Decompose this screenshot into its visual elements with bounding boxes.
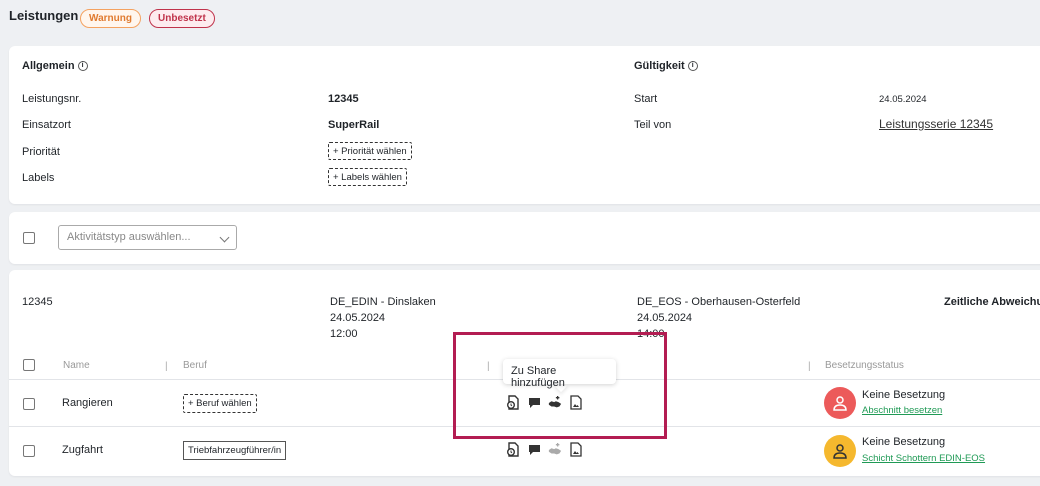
status-text: Keine Besetzung — [862, 389, 946, 401]
from-date: 24.05.2024 — [330, 312, 386, 324]
prioritaet-select-button[interactable]: + Priorität wählen — [328, 142, 412, 160]
labels-label: Labels — [22, 172, 55, 184]
column-separator: | — [165, 361, 168, 372]
from-time: 12:00 — [330, 328, 358, 340]
einsatzort-label: Einsatzort — [22, 119, 71, 131]
column-status-header[interactable]: Besetzungsstatus — [825, 360, 904, 371]
labels-select-button[interactable]: + Labels wählen — [328, 168, 407, 186]
leistungsnr-label: Leistungsnr. — [22, 93, 82, 105]
teil-von-label: Teil von — [634, 119, 672, 131]
prioritaet-label: Priorität — [22, 146, 60, 158]
row-checkbox[interactable] — [23, 445, 35, 457]
einsatzort-value: SuperRail — [328, 119, 380, 131]
zeitliche-abweichung-label: Zeitliche Abweichung — [944, 296, 1040, 308]
beruf-value[interactable]: Triebfahrzeugführer/in — [183, 441, 287, 460]
person-icon — [833, 396, 847, 411]
leistungsserie-link[interactable]: Leistungsserie 12345 — [879, 117, 993, 131]
status-text: Keine Besetzung — [862, 436, 946, 448]
highlight-box — [453, 332, 667, 439]
start-label: Start — [634, 93, 658, 105]
start-value: 24.05.2024 — [879, 94, 927, 105]
row-checkbox[interactable] — [23, 398, 35, 410]
comment-icon[interactable] — [527, 442, 541, 457]
select-all-checkbox[interactable] — [23, 232, 35, 244]
share-handshake-icon[interactable] — [548, 442, 562, 457]
column-name-header[interactable]: Name — [63, 360, 90, 371]
beruf-select-button[interactable]: + Beruf wählen — [183, 394, 257, 413]
row-name: Rangieren — [62, 397, 113, 409]
to-date: 24.05.2024 — [637, 312, 693, 324]
to-station: DE_EOS - Oberhausen-Osterfeld — [637, 296, 801, 308]
column-beruf-header[interactable]: Beruf — [183, 360, 207, 371]
gueltigkeit-title: Gültigkeit — [634, 60, 685, 72]
document-image-icon[interactable] — [569, 442, 583, 457]
row-actions — [506, 442, 583, 457]
aktivitaetstyp-select[interactable]: Aktivitätstyp auswählen... — [58, 225, 237, 250]
allgemein-heading: Allgemein i — [22, 60, 88, 72]
info-icon[interactable]: i — [687, 61, 698, 71]
document-clock-icon[interactable] — [506, 442, 520, 457]
allgemein-title: Allgemein — [22, 60, 75, 72]
person-icon — [833, 444, 847, 459]
leistung-id: 12345 — [22, 296, 53, 308]
avatar — [824, 387, 856, 419]
table-select-all-checkbox[interactable] — [23, 359, 35, 371]
gueltigkeit-heading: Gültigkeit i — [634, 60, 698, 72]
page-title: Leistungen — [9, 8, 79, 23]
info-icon[interactable]: i — [77, 61, 88, 71]
aktivitaetstyp-placeholder: Aktivitätstyp auswählen... — [67, 231, 191, 243]
avatar — [824, 435, 856, 467]
chevron-down-icon — [219, 232, 230, 243]
abschnitt-besetzen-link[interactable]: Abschnitt besetzen — [862, 405, 942, 416]
from-station: DE_EDIN - Dinslaken — [330, 296, 436, 308]
schicht-link[interactable]: Schicht Schottern EDIN-EOS — [862, 453, 985, 464]
unbesetzt-badge: Unbesetzt — [149, 9, 215, 28]
row-name: Zugfahrt — [62, 444, 103, 456]
leistungsnr-value: 12345 — [328, 93, 359, 105]
warning-badge: Warnung — [80, 9, 141, 28]
column-separator: | — [808, 361, 811, 372]
